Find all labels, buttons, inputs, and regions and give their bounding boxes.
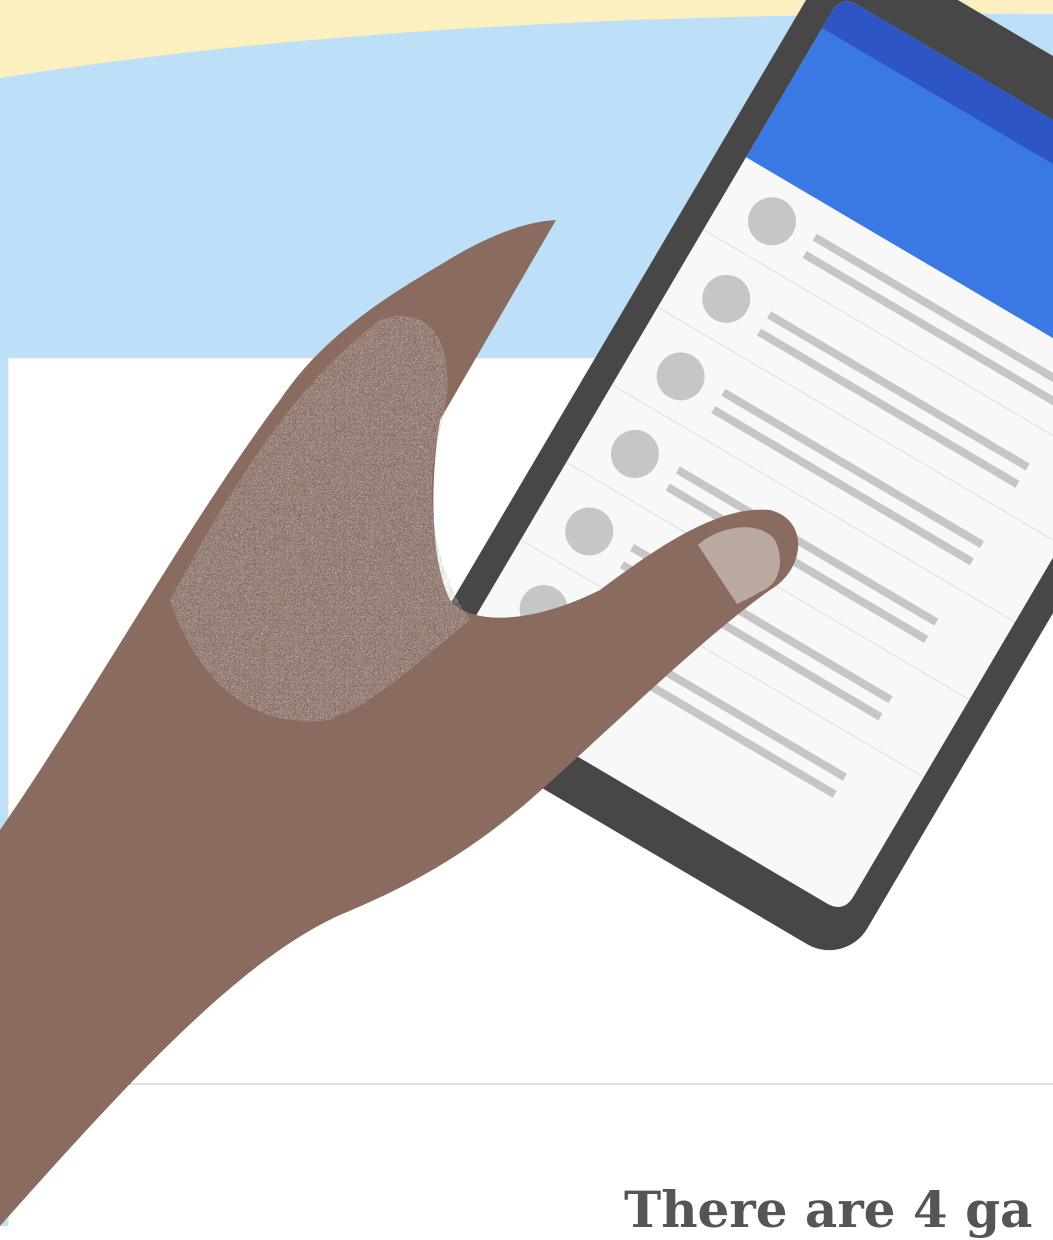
illustration — [0, 0, 1053, 1226]
caption-heading: There are 4 ga — [624, 1180, 1033, 1239]
